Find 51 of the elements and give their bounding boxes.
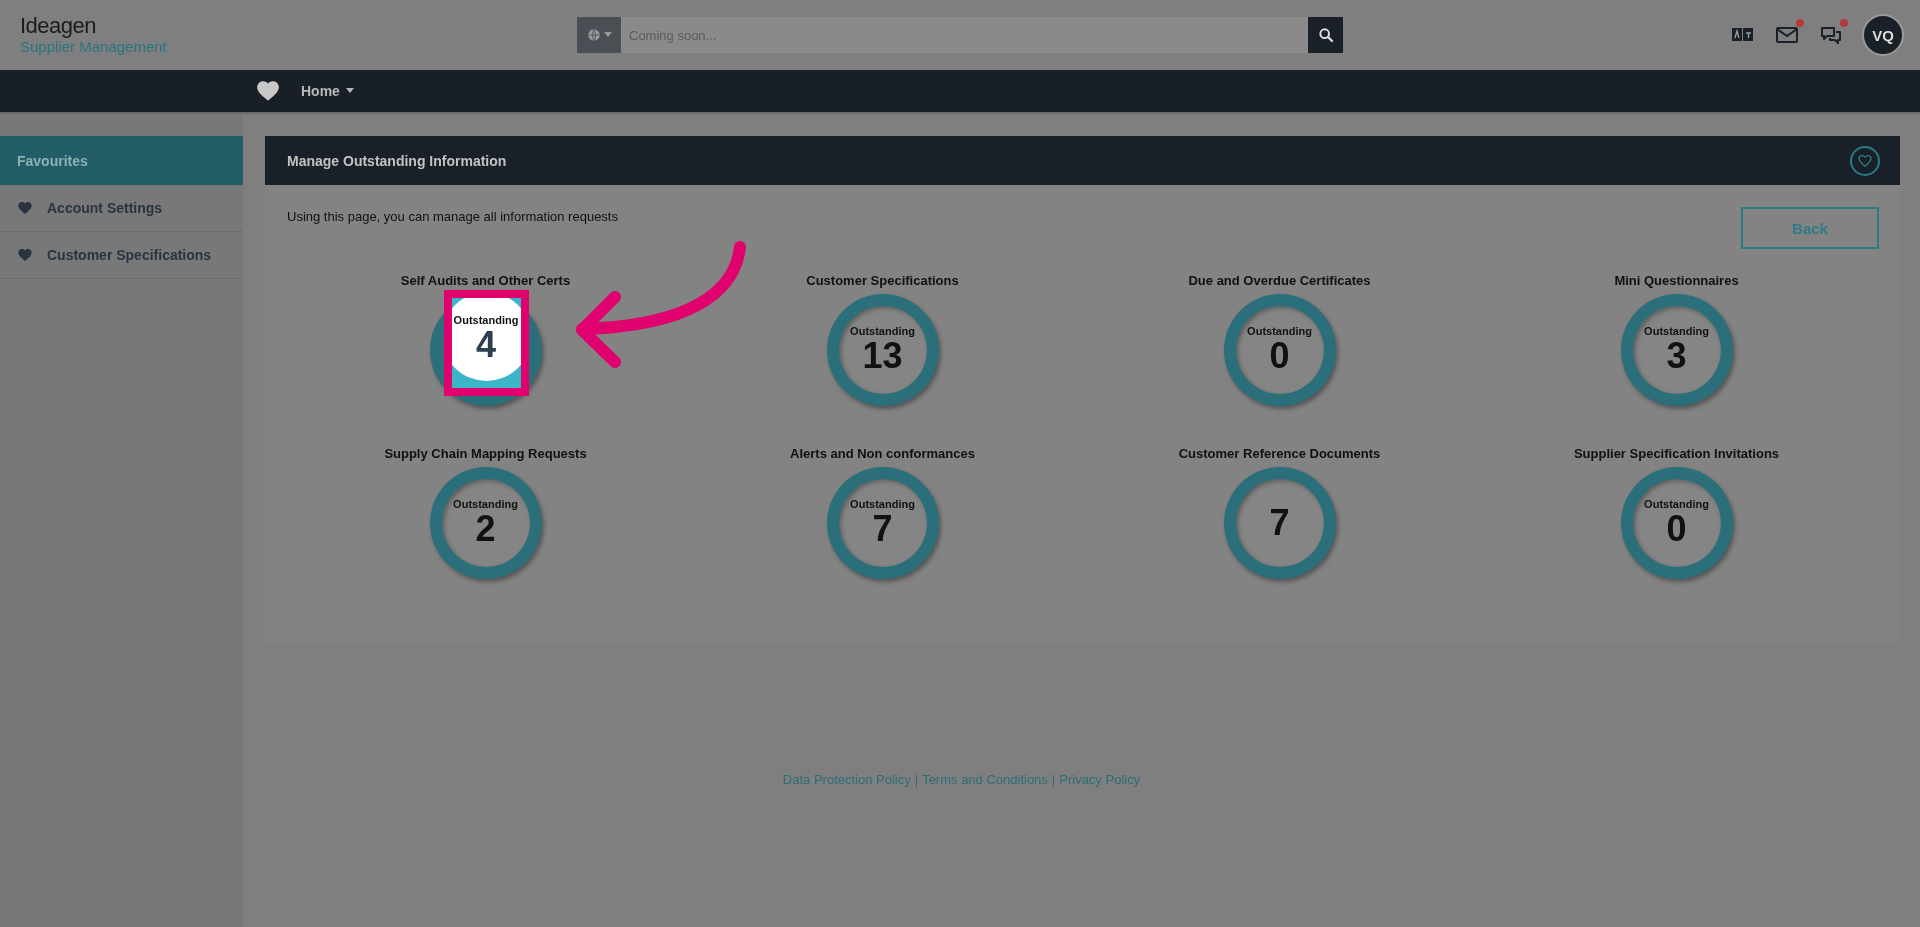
count-label: Outstanding xyxy=(453,314,519,326)
heart-icon xyxy=(1857,152,1873,169)
tile-title: Self Audits and Other Certs xyxy=(400,273,571,288)
count-value: 2 xyxy=(475,510,496,548)
heart-icon xyxy=(17,200,33,216)
count-value: 0 xyxy=(1666,510,1687,548)
count-label: Outstanding xyxy=(850,498,915,510)
brand-logo: Ideagen xyxy=(20,14,97,38)
caret-icon xyxy=(345,88,354,94)
heart-icon xyxy=(17,247,33,263)
search-icon xyxy=(1317,27,1334,43)
favourite-link[interactable]: Customer Specifications xyxy=(0,232,243,279)
tile-title: Supply Chain Mapping Requests xyxy=(384,446,587,461)
count-ring[interactable]: Outstanding 2 xyxy=(429,467,542,579)
count-value: 13 xyxy=(862,337,903,375)
count-ring[interactable]: 7 xyxy=(1223,467,1336,579)
intro-text: Using this page, you can manage all information requests xyxy=(287,209,618,224)
count-ring[interactable]: Outstanding 0 xyxy=(1620,467,1733,579)
tile-title: Supplier Specification Invitations xyxy=(1573,446,1780,461)
link-separator: | xyxy=(914,772,919,787)
nav-menu[interactable]: Home xyxy=(295,82,360,100)
tile-title: Mini Questionnaires xyxy=(1614,273,1739,288)
count-label: Outstanding xyxy=(1247,325,1312,337)
link-separator: | xyxy=(1051,772,1056,787)
globe-icon xyxy=(586,28,601,42)
search-button[interactable] xyxy=(1308,17,1343,53)
panel-title: Manage Outstanding Information xyxy=(287,152,507,169)
product-name: Supplier Management xyxy=(20,38,167,56)
count-value: 0 xyxy=(1269,337,1290,375)
sidebar-title: Favourites xyxy=(0,136,243,185)
tile-title: Alerts and Non conformances xyxy=(790,446,975,461)
count-value: 4 xyxy=(476,326,496,364)
tile-title: Customer Specifications xyxy=(806,273,959,288)
favourite-button[interactable] xyxy=(1850,145,1880,176)
count-ring[interactable]: Outstanding 3 xyxy=(1620,294,1733,406)
count-label: Outstanding xyxy=(850,325,915,337)
tile-title: Customer Reference Documents xyxy=(1178,446,1381,461)
user-avatar[interactable]: VQ xyxy=(1862,14,1904,56)
count-value: 7 xyxy=(872,510,893,548)
count-ring[interactable]: Outstanding 7 xyxy=(826,467,939,579)
count-value: 7 xyxy=(1269,504,1290,542)
tile-title: Due and Overdue Certificates xyxy=(1188,273,1371,288)
count-label: Outstanding xyxy=(1644,325,1709,337)
count-label: Outstanding xyxy=(1644,498,1709,510)
count-ring[interactable]: Outstanding 0 xyxy=(1223,294,1336,406)
count-ring[interactable]: Outstanding 13 xyxy=(826,294,939,406)
count-label: Outstanding xyxy=(453,498,518,510)
favourite-link[interactable]: Account Settings xyxy=(0,185,243,232)
count-value: 3 xyxy=(1666,337,1687,375)
language-button[interactable] xyxy=(577,17,621,53)
caret-icon xyxy=(603,32,612,38)
